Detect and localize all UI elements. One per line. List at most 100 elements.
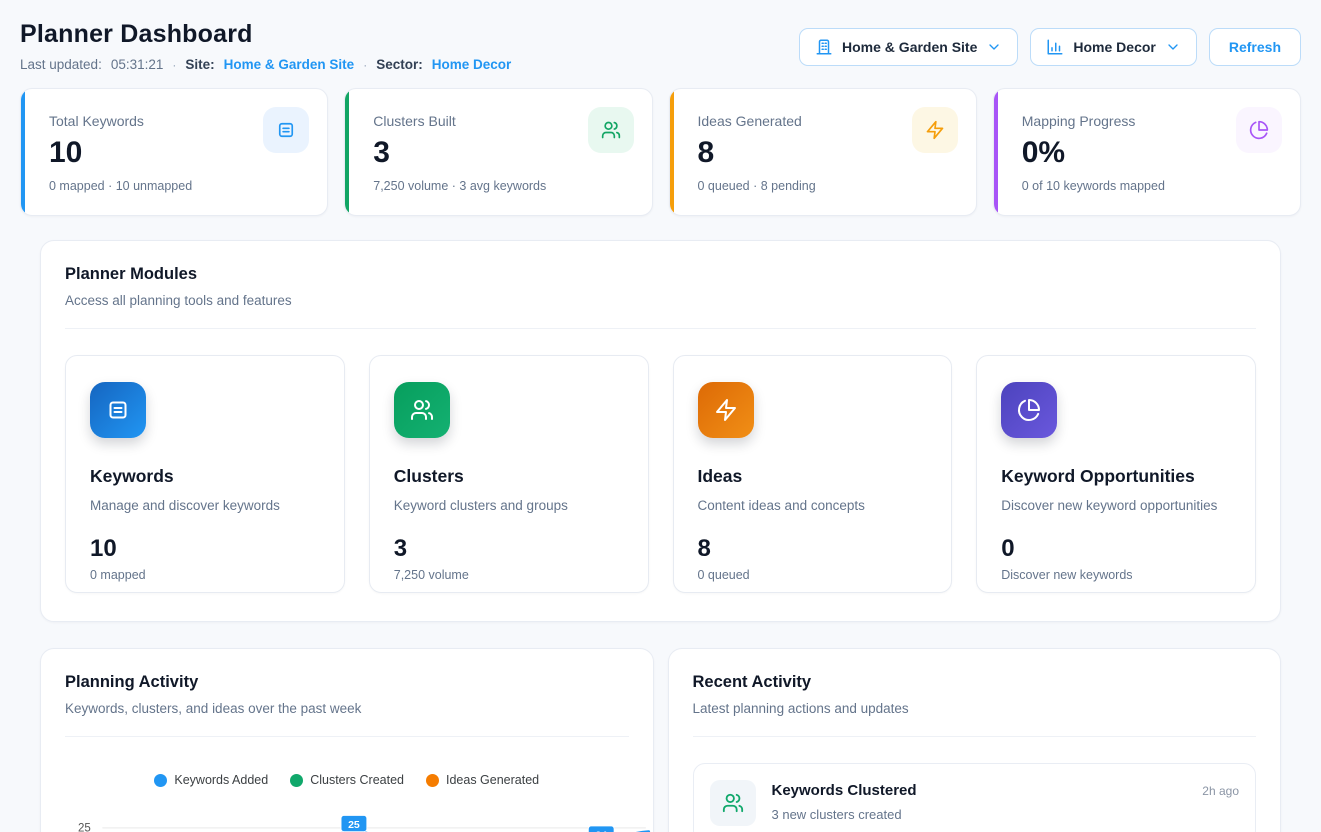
bottom-row: Planning Activity Keywords, clusters, an… xyxy=(40,648,1281,832)
module-title: Ideas xyxy=(698,466,928,487)
stat-sub: 0 of 10 keywords mapped xyxy=(1022,179,1278,193)
document-icon xyxy=(276,120,296,140)
section-title: Planner Modules xyxy=(65,265,1256,284)
activity-description: 3 new clusters created xyxy=(772,807,1240,822)
users-icon xyxy=(722,792,744,814)
legend-item-keywords-added: Keywords Added xyxy=(154,773,268,787)
stat-accent-bar xyxy=(670,89,674,215)
refresh-label: Refresh xyxy=(1229,39,1281,55)
module-value: 3 xyxy=(394,535,624,563)
planner-modules-panel: Planner Modules Access all planning tool… xyxy=(40,240,1281,622)
module-card-keywords[interactable]: Keywords Manage and discover keywords 10… xyxy=(65,355,345,593)
section-title: Recent Activity xyxy=(693,673,1257,692)
legend-label: Keywords Added xyxy=(174,773,268,787)
chevron-down-icon xyxy=(1165,39,1181,55)
refresh-button[interactable]: Refresh xyxy=(1209,28,1301,66)
planner-dashboard-page: Planner Dashboard Last updated: 05:31:21… xyxy=(0,0,1321,832)
stat-iconbox xyxy=(1236,107,1282,153)
module-iconbox xyxy=(1001,382,1057,438)
modules-grid: Keywords Manage and discover keywords 10… xyxy=(41,329,1280,621)
activity-time: 2h ago xyxy=(1202,784,1239,798)
sector-selector-label: Home Decor xyxy=(1073,39,1155,55)
divider xyxy=(65,736,629,737)
page-header: Planner Dashboard Last updated: 05:31:21… xyxy=(20,20,1301,72)
stat-iconbox xyxy=(912,107,958,153)
stat-sub: 0 mapped · 10 unmapped xyxy=(49,179,305,193)
legend-label: Ideas Generated xyxy=(446,773,539,787)
module-value: 8 xyxy=(698,535,928,563)
section-subtitle: Access all planning tools and features xyxy=(65,293,1256,308)
meta-separator: · xyxy=(363,58,367,72)
chevron-down-icon xyxy=(986,39,1002,55)
data-point-label: 25 xyxy=(341,815,367,831)
sector-selector-dropdown[interactable]: Home Decor xyxy=(1030,28,1196,66)
site-label: Site: xyxy=(185,57,214,72)
planning-activity-card: Planning Activity Keywords, clusters, an… xyxy=(40,648,654,832)
site-selector-label: Home & Garden Site xyxy=(842,39,977,55)
activity-list: Keywords Clustered 2h ago 3 new clusters… xyxy=(669,737,1281,832)
zap-icon xyxy=(925,120,945,140)
site-selector-dropdown[interactable]: Home & Garden Site xyxy=(799,28,1018,66)
users-icon xyxy=(601,120,621,140)
module-sub: 0 queued xyxy=(698,568,928,582)
users-icon xyxy=(410,398,434,422)
pie-chart-icon xyxy=(1249,120,1269,140)
module-sub: Discover new keywords xyxy=(1001,568,1231,582)
y-axis-tick: 25 xyxy=(78,823,91,832)
module-sub: 7,250 volume xyxy=(394,568,624,582)
svg-text:25: 25 xyxy=(348,819,360,831)
module-value: 0 xyxy=(1001,535,1231,563)
module-description: Discover new keyword opportunities xyxy=(1001,498,1231,513)
module-card-clusters[interactable]: Clusters Keyword clusters and groups 3 7… xyxy=(369,355,649,593)
section-subtitle: Keywords, clusters, and ideas over the p… xyxy=(65,701,629,716)
planning-activity-header: Planning Activity Keywords, clusters, an… xyxy=(41,649,653,737)
stat-iconbox xyxy=(588,107,634,153)
data-point-label: 24 xyxy=(588,826,614,832)
section-subtitle: Latest planning actions and updates xyxy=(693,701,1257,716)
stat-accent-bar xyxy=(21,89,25,215)
module-iconbox xyxy=(90,382,146,438)
stat-accent-bar xyxy=(345,89,349,215)
stat-sub: 0 queued · 8 pending xyxy=(698,179,954,193)
bar-chart-icon xyxy=(1046,38,1064,56)
stat-iconbox xyxy=(263,107,309,153)
last-updated-label: Last updated: xyxy=(20,57,102,72)
stat-card-clusters-built: Clusters Built 3 7,250 volume · 3 avg ke… xyxy=(344,88,652,216)
planner-modules-header: Planner Modules Access all planning tool… xyxy=(41,241,1280,329)
module-description: Keyword clusters and groups xyxy=(394,498,624,513)
module-card-ideas[interactable]: Ideas Content ideas and concepts 8 0 que… xyxy=(673,355,953,593)
activity-title: Keywords Clustered xyxy=(772,782,917,799)
building-icon xyxy=(815,38,833,56)
legend-item-clusters-created: Clusters Created xyxy=(290,773,404,787)
module-sub: 0 mapped xyxy=(90,568,320,582)
activity-iconbox xyxy=(710,780,756,826)
activity-item-keywords-clustered: Keywords Clustered 2h ago 3 new clusters… xyxy=(693,763,1257,832)
module-iconbox xyxy=(698,382,754,438)
module-value: 10 xyxy=(90,535,320,563)
stat-accent-bar xyxy=(994,89,998,215)
planning-activity-line-chart: 25 25 24 xyxy=(41,801,653,832)
last-updated-value: 05:31:21 xyxy=(111,57,164,72)
sector-link[interactable]: Home Decor xyxy=(432,57,512,72)
chart-legend: Keywords Added Clusters Created Ideas Ge… xyxy=(41,773,653,787)
legend-item-ideas-generated: Ideas Generated xyxy=(426,773,539,787)
module-iconbox xyxy=(394,382,450,438)
header-actions: Home & Garden Site Home Decor Refresh xyxy=(799,28,1301,66)
module-card-keyword-opportunities[interactable]: Keyword Opportunities Discover new keywo… xyxy=(976,355,1256,593)
legend-dot xyxy=(154,774,167,787)
stat-card-total-keywords: Total Keywords 10 0 mapped · 10 unmapped xyxy=(20,88,328,216)
recent-activity-header: Recent Activity Latest planning actions … xyxy=(669,649,1281,737)
module-description: Manage and discover keywords xyxy=(90,498,320,513)
stat-sub: 7,250 volume · 3 avg keywords xyxy=(373,179,629,193)
legend-dot xyxy=(290,774,303,787)
legend-label: Clusters Created xyxy=(310,773,404,787)
section-title: Planning Activity xyxy=(65,673,629,692)
module-title: Clusters xyxy=(394,466,624,487)
site-link[interactable]: Home & Garden Site xyxy=(224,57,355,72)
pie-chart-icon xyxy=(1017,398,1041,422)
module-title: Keywords xyxy=(90,466,320,487)
legend-dot xyxy=(426,774,439,787)
stat-card-mapping-progress: Mapping Progress 0% 0 of 10 keywords map… xyxy=(993,88,1301,216)
sector-label: Sector: xyxy=(376,57,423,72)
document-icon xyxy=(106,398,130,422)
